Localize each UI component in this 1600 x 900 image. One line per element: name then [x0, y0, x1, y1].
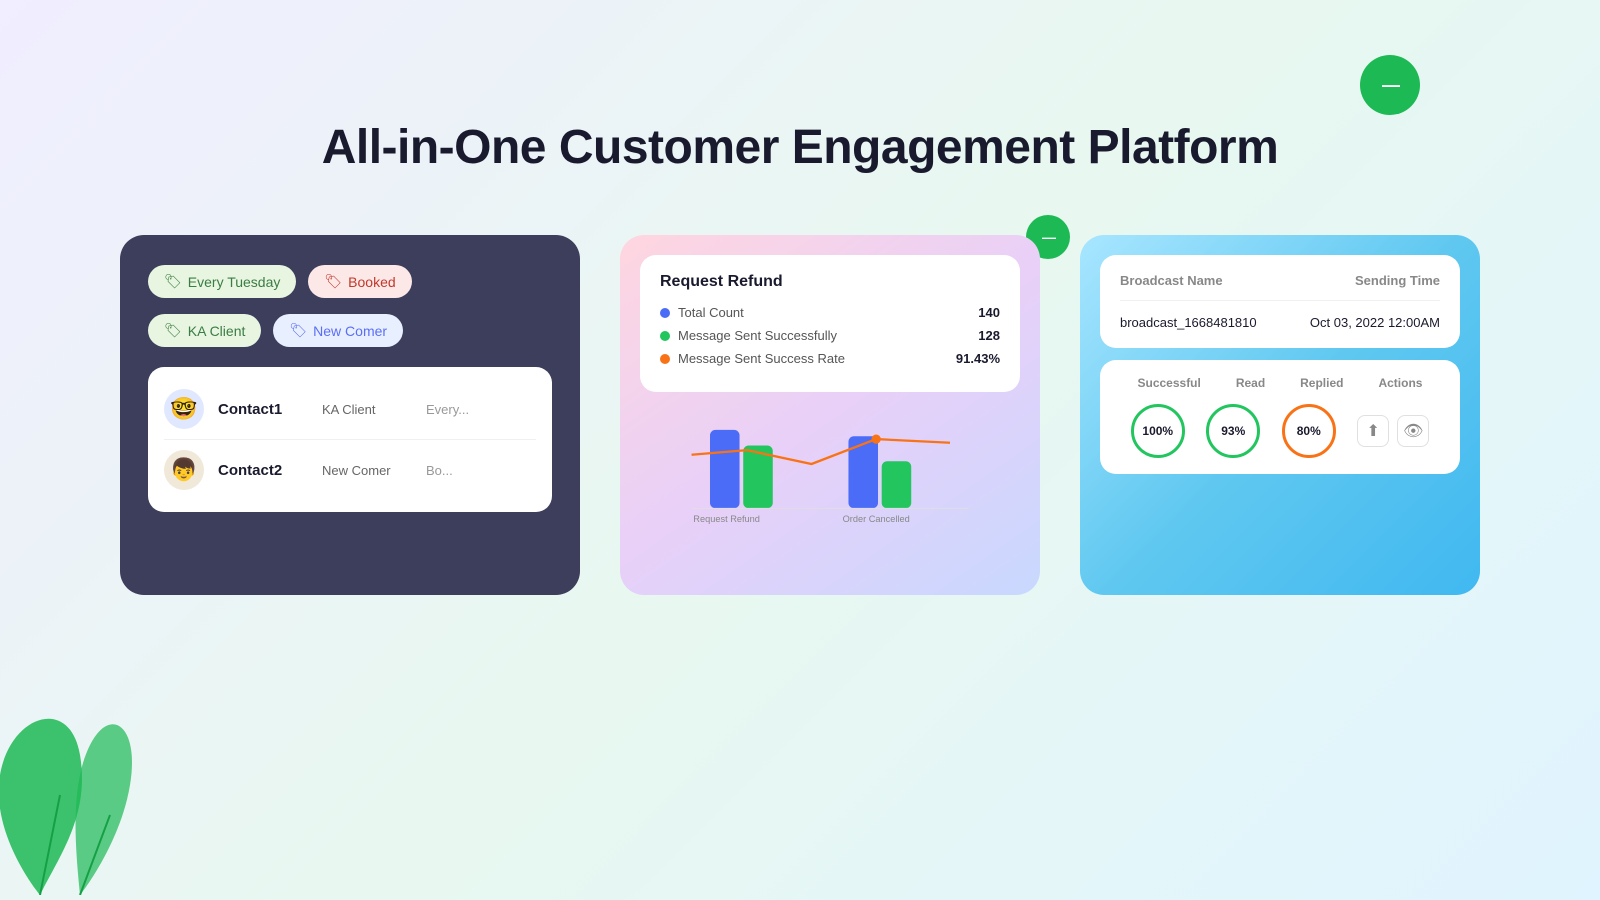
metrics-header: Successful Read Replied Actions — [1120, 376, 1440, 390]
contact2-extra: Bo... — [426, 463, 453, 478]
chart-area: Request Refund Order Cancelled — [640, 404, 1020, 529]
col-successful: Successful — [1137, 376, 1200, 390]
tag-booked[interactable]: 🏷 Booked — [308, 265, 411, 298]
dot-sent — [660, 331, 670, 341]
tag-ka-label: KA Client — [188, 323, 246, 339]
tag-booked-icon: 🏷 — [324, 273, 342, 290]
metric-successful-value: 100% — [1142, 424, 1173, 438]
tag-tuesday[interactable]: 🏷 Every Tuesday — [148, 265, 296, 298]
contacts-list: 🤓 Contact1 KA Client Every... 👦 Contact2… — [148, 367, 552, 512]
deco-circle-top — [1360, 55, 1420, 115]
value-rate: 91.43% — [956, 351, 1000, 366]
col-read: Read — [1236, 376, 1265, 390]
tag-booked-label: Booked — [348, 274, 395, 290]
svg-text:Request Refund: Request Refund — [693, 514, 760, 524]
metric-successful: 100% — [1131, 404, 1185, 458]
metrics-panel: Successful Read Replied Actions 100% 93%… — [1100, 360, 1460, 474]
metric-replied-value: 80% — [1297, 424, 1321, 438]
tags-row-2: 🏷 KA Client 🏷 New Comer — [148, 314, 552, 347]
svg-text:Order Cancelled: Order Cancelled — [843, 514, 910, 524]
metric-read-value: 93% — [1221, 424, 1245, 438]
tag-tuesday-icon: 🏷 — [164, 273, 182, 290]
card-contacts: 🏷 Every Tuesday 🏷 Booked 🏷 KA Client 🏷 N… — [120, 235, 580, 595]
analytics-title: Request Refund — [660, 273, 1000, 291]
broadcast-table: Broadcast Name Sending Time broadcast_16… — [1100, 255, 1460, 348]
label-rate: Message Sent Success Rate — [678, 351, 845, 366]
label-sent: Message Sent Successfully — [678, 328, 837, 343]
contact1-tag: KA Client — [322, 402, 412, 417]
broadcast-table-header: Broadcast Name Sending Time — [1120, 273, 1440, 301]
stat-row-sent: Message Sent Successfully 128 — [660, 328, 1000, 343]
dot-total-count — [660, 308, 670, 318]
action-view-button[interactable]: 👁 — [1397, 415, 1429, 447]
tag-ka-client[interactable]: 🏷 KA Client — [148, 314, 261, 347]
label-total-count: Total Count — [678, 305, 744, 320]
metric-replied: 80% — [1282, 404, 1336, 458]
broadcast-time-value: Oct 03, 2022 12:00AM — [1310, 315, 1440, 330]
cards-container: 🏷 Every Tuesday 🏷 Booked 🏷 KA Client 🏷 N… — [0, 175, 1600, 595]
tag-tuesday-label: Every Tuesday — [188, 274, 281, 290]
tag-newcomer-label: New Comer — [313, 323, 387, 339]
contact2-tag: New Comer — [322, 463, 412, 478]
analytics-panel: Request Refund Total Count 140 Message S… — [640, 255, 1020, 392]
tag-new-comer[interactable]: 🏷 New Comer — [273, 314, 403, 347]
action-upload-button[interactable]: ⬆ — [1357, 415, 1389, 447]
metric-read: 93% — [1206, 404, 1260, 458]
contact2-name: Contact2 — [218, 462, 308, 479]
card-analytics: Request Refund Total Count 140 Message S… — [620, 235, 1040, 595]
leaf-decoration — [0, 675, 180, 900]
metrics-values-row: 100% 93% 80% ⬆ 👁 — [1120, 404, 1440, 458]
broadcast-name-value: broadcast_1668481810 — [1120, 315, 1257, 330]
value-sent: 128 — [978, 328, 1000, 343]
tag-newcomer-icon: 🏷 — [289, 322, 307, 339]
col-actions: Actions — [1378, 376, 1422, 390]
contact1-name: Contact1 — [218, 401, 308, 418]
contact2-avatar: 👦 — [164, 450, 204, 490]
col-broadcast-name: Broadcast Name — [1120, 273, 1223, 288]
dot-rate — [660, 354, 670, 364]
contact-item-2[interactable]: 👦 Contact2 New Comer Bo... — [164, 439, 536, 500]
card-broadcast: Broadcast Name Sending Time broadcast_16… — [1080, 235, 1480, 595]
col-replied: Replied — [1300, 376, 1343, 390]
stat-row-total: Total Count 140 — [660, 305, 1000, 320]
value-total-count: 140 — [978, 305, 1000, 320]
contact1-avatar: 🤓 — [164, 389, 204, 429]
eye-icon: 👁 — [1403, 421, 1423, 441]
tags-row-1: 🏷 Every Tuesday 🏷 Booked — [148, 265, 552, 298]
tag-ka-icon: 🏷 — [164, 322, 182, 339]
broadcast-data-row[interactable]: broadcast_1668481810 Oct 03, 2022 12:00A… — [1120, 315, 1440, 330]
upload-icon: ⬆ — [1367, 421, 1380, 441]
contact1-extra: Every... — [426, 402, 469, 417]
col-sending-time: Sending Time — [1355, 273, 1440, 288]
contact-item-1[interactable]: 🤓 Contact1 KA Client Every... — [164, 379, 536, 439]
analytics-chart: Request Refund Order Cancelled — [650, 404, 1010, 524]
stat-row-rate: Message Sent Success Rate 91.43% — [660, 351, 1000, 366]
